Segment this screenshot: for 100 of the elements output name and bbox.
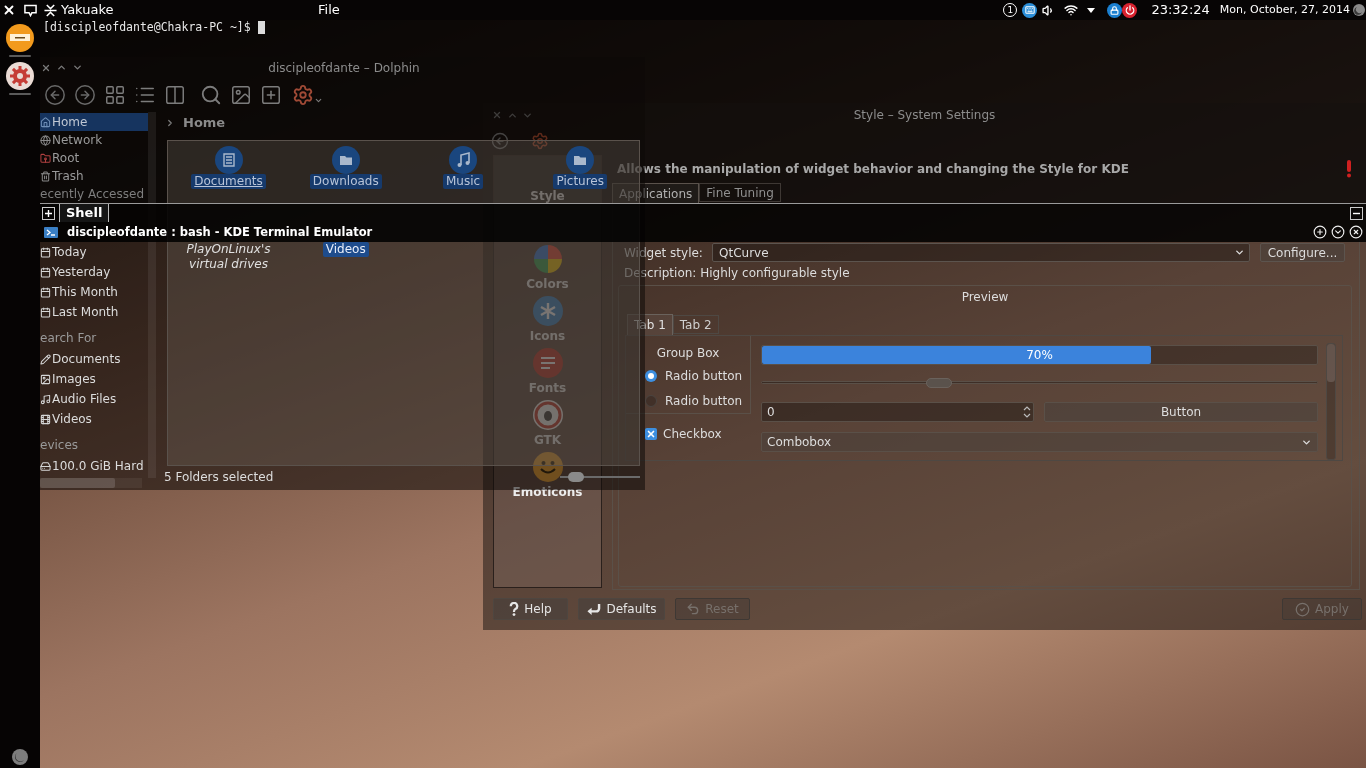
cursor-icon [257, 20, 265, 34]
chevron-up-icon[interactable] [56, 62, 67, 73]
help-button[interactable]: Help [493, 598, 568, 620]
sidebar-item[interactable]: Documents [40, 349, 148, 369]
sidebar-item[interactable]: Images [40, 369, 148, 389]
section-heading: earch For [40, 330, 98, 347]
sidebar-item[interactable]: Root [40, 149, 148, 167]
launcher-indicator [9, 55, 31, 57]
back-icon[interactable] [491, 132, 509, 150]
sidebar-item[interactable]: Last Month [40, 302, 148, 322]
scrollbar-thumb[interactable] [1327, 344, 1335, 382]
speech-bubble-icon[interactable] [24, 3, 37, 17]
wifi-icon[interactable] [1064, 3, 1079, 17]
keyboard-icon[interactable] [1022, 2, 1038, 18]
smiley-icon [532, 452, 563, 482]
chevron-down-icon[interactable] [72, 62, 83, 73]
settings-tab[interactable]: Fine Tuning [699, 183, 781, 202]
sidebar-item[interactable]: Yesterday [40, 262, 148, 282]
file-name[interactable]: Documents [191, 174, 266, 189]
chevron-down-circle-icon[interactable] [1331, 225, 1345, 239]
page-header: Allows the manipulation of widget behavior and changing the Style for KDE [617, 161, 1129, 178]
asterisk-icon [532, 296, 563, 326]
undo-icon [686, 602, 701, 616]
slider[interactable] [761, 375, 1318, 391]
scrollbar[interactable] [1326, 343, 1336, 460]
scrollbar-thumb[interactable] [40, 478, 115, 488]
file-name[interactable]: PlayOnLinux's virtual drives [173, 242, 284, 272]
clock-date: Mon, October, 27, 2014 [1219, 2, 1350, 18]
group-title: Preview [961, 289, 1009, 306]
sidebar-item[interactable]: Home [40, 113, 148, 131]
film-icon [40, 413, 51, 425]
home-icon [40, 116, 51, 128]
configure-button[interactable]: Configure... [1260, 243, 1345, 262]
slider-thumb[interactable] [567, 472, 584, 482]
gear-icon[interactable] [6, 62, 34, 90]
sidebar-item[interactable]: Audio Files [40, 389, 148, 409]
slider-thumb[interactable] [925, 378, 952, 388]
terminal-title: discipleofdante : bash - KDE Terminal Emulator [67, 224, 373, 240]
breadcrumb-item[interactable]: Home [183, 112, 226, 133]
prompt-text: [discipleofdante@Chakra-PC ~]$ [43, 20, 251, 34]
sidebar-item[interactable]: Trash [40, 167, 148, 185]
collapse-icon[interactable] [44, 3, 57, 17]
crescent-icon[interactable] [12, 749, 28, 765]
preview-tab[interactable]: Tab 2 [672, 315, 719, 334]
radio-option[interactable]: Radio button [626, 363, 750, 388]
exclamation-icon [1346, 160, 1352, 178]
file-name[interactable]: Music [442, 174, 484, 189]
app-title: Yakuake [61, 1, 114, 19]
forward-icon[interactable] [74, 84, 96, 106]
launcher-indicator [9, 93, 31, 95]
sidebar-item[interactable]: Network [40, 131, 148, 149]
checkbox-option[interactable]: Checkbox [626, 422, 751, 446]
music-note-icon [449, 146, 477, 174]
search-icon[interactable] [200, 84, 222, 106]
spin-arrows-icon [1023, 404, 1031, 420]
sidebar-item[interactable]: Videos [40, 409, 148, 429]
close-icon[interactable] [2, 3, 16, 17]
color-wheel-icon [532, 244, 563, 274]
sidebar-item[interactable]: Today [40, 242, 148, 262]
combobox[interactable]: Combobox [761, 432, 1318, 452]
sidebar-item[interactable]: This Month [40, 282, 148, 302]
music-icon [40, 393, 51, 405]
menu-item[interactable]: File [316, 1, 342, 19]
grid-view-icon[interactable] [104, 84, 126, 106]
pencil-icon [40, 353, 51, 365]
lock-icon[interactable] [1107, 2, 1123, 18]
image-icon[interactable] [230, 84, 252, 106]
plus-square-icon[interactable] [260, 84, 282, 106]
file-name[interactable]: Downloads [309, 174, 382, 189]
plus-box-icon[interactable] [42, 206, 55, 220]
columns-view-icon[interactable] [164, 84, 186, 106]
calendar-icon [40, 306, 51, 318]
globe-icon [40, 134, 51, 146]
file-name[interactable]: Videos [322, 242, 369, 257]
minus-box-icon[interactable] [1350, 206, 1363, 220]
plus-circle-icon[interactable] [1313, 225, 1327, 239]
power-icon[interactable] [1122, 2, 1138, 18]
status-text: 5 Folders selected [164, 469, 274, 486]
calendar-icon [40, 266, 51, 278]
radio-option[interactable]: Radio button [626, 388, 750, 413]
zoom-slider[interactable] [560, 472, 640, 482]
push-button[interactable]: Button [1044, 402, 1318, 422]
scrollbar[interactable] [40, 478, 142, 488]
field-label: Widget style: [624, 244, 704, 262]
style-combobox[interactable]: QtCurve [712, 243, 1250, 262]
file-name[interactable]: Pictures [553, 174, 607, 189]
drive-icon [40, 460, 51, 472]
crescent-icon[interactable] [1353, 4, 1365, 16]
back-icon[interactable] [44, 84, 66, 106]
description-text: Description: Highly configurable style [623, 265, 851, 281]
image-icon [40, 373, 51, 385]
sidebar-item[interactable]: 100.0 GiB Hard [40, 456, 148, 476]
caret-icon[interactable] [1087, 7, 1096, 13]
return-arrow-icon [586, 602, 602, 616]
terminal-tab[interactable]: Shell [59, 204, 110, 222]
defaults-button[interactable]: Defaults [578, 598, 665, 620]
spin-box[interactable]: 0 [761, 402, 1034, 422]
category-item[interactable]: Emoticons [494, 450, 601, 502]
document-icon [214, 146, 243, 174]
drawer-icon[interactable] [6, 24, 34, 52]
